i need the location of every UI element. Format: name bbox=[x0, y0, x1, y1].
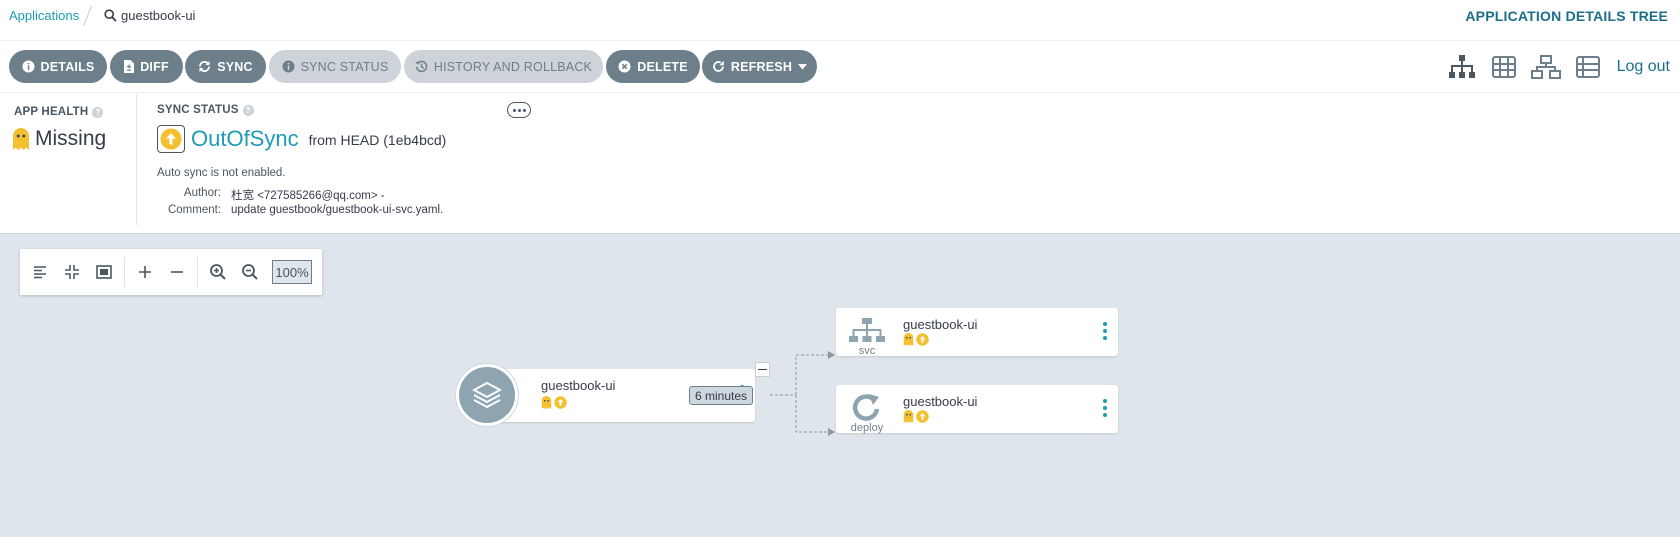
info-icon bbox=[22, 60, 35, 73]
app-health-section: APP HEALTH ? Missing bbox=[0, 94, 137, 225]
deployment-icon bbox=[852, 394, 880, 421]
child-node-status bbox=[903, 333, 929, 346]
pods-view-icon[interactable] bbox=[1483, 53, 1525, 81]
history-rollback-button[interactable]: HISTORY AND ROLLBACK bbox=[404, 50, 603, 83]
more-options-button[interactable] bbox=[507, 102, 531, 118]
ghost-missing-icon bbox=[903, 410, 914, 423]
diff-button[interactable]: DIFF bbox=[110, 50, 183, 83]
breadcrumb-applications-link[interactable]: Applications bbox=[9, 8, 79, 23]
app-health-value-text: Missing bbox=[35, 127, 107, 150]
ghost-missing-icon bbox=[541, 396, 552, 409]
refresh-button[interactable]: REFRESH bbox=[702, 50, 817, 83]
service-icon bbox=[849, 318, 885, 342]
app-status-panel: APP HEALTH ? Missing SYNC STATUS ? OutOf… bbox=[0, 94, 1680, 233]
collapse-children-button[interactable] bbox=[755, 362, 770, 377]
sync-icon bbox=[199, 60, 211, 73]
breadcrumb-app-name: guestbook-ui bbox=[121, 8, 196, 23]
ghost-missing-icon bbox=[13, 128, 29, 150]
diff-button-label: DIFF bbox=[140, 59, 169, 74]
sync-status-value: OutOfSync from HEAD (1eb4bcd) bbox=[157, 125, 446, 153]
out-of-sync-icon bbox=[916, 410, 929, 423]
comment-row: Comment: update guestbook/guestbook-ui-s… bbox=[157, 204, 443, 221]
out-of-sync-icon bbox=[916, 333, 929, 346]
refresh-icon bbox=[713, 60, 724, 72]
child-node-svc[interactable]: svc guestbook-ui bbox=[836, 308, 1118, 357]
app-health-label: APP HEALTH ? bbox=[14, 106, 104, 118]
details-button-label: DETAILS bbox=[40, 59, 95, 74]
app-health-label-text: APP HEALTH bbox=[14, 106, 89, 118]
ghost-missing-icon bbox=[903, 333, 914, 346]
child-node-kind: svc bbox=[858, 345, 876, 357]
child-node-name: guestbook-ui bbox=[903, 317, 978, 332]
sync-button-label: SYNC bbox=[217, 59, 253, 74]
delete-button[interactable]: DELETE bbox=[606, 50, 700, 83]
child-node-menu-icon[interactable] bbox=[1102, 322, 1108, 340]
breadcrumb-current-app[interactable]: guestbook-ui bbox=[104, 8, 195, 23]
application-layers-icon[interactable] bbox=[456, 364, 518, 426]
child-node-status bbox=[903, 410, 929, 423]
network-view-icon[interactable] bbox=[1525, 53, 1567, 81]
details-button[interactable]: DETAILS bbox=[9, 50, 107, 83]
child-node-menu-icon[interactable] bbox=[1102, 399, 1108, 417]
action-toolbar: DETAILS DIFF SYNC SYNC STATUS HISTORY AN… bbox=[0, 41, 1680, 93]
out-of-sync-icon bbox=[554, 396, 567, 409]
history-button-label: HISTORY AND ROLLBACK bbox=[433, 59, 593, 74]
author-label: Author: bbox=[183, 187, 221, 199]
sync-status-text: OutOfSync bbox=[191, 126, 299, 151]
help-icon[interactable]: ? bbox=[92, 106, 104, 118]
sync-revision[interactable]: from HEAD (1eb4bcd) bbox=[309, 132, 447, 148]
sync-status-label-text: SYNC STATUS bbox=[157, 104, 239, 116]
help-icon[interactable]: ? bbox=[242, 104, 254, 116]
app-node-status bbox=[541, 396, 567, 409]
app-node-name: guestbook-ui bbox=[541, 378, 616, 393]
sync-status-label: SYNC STATUS ? bbox=[157, 104, 254, 116]
sync-status-button-label: SYNC STATUS bbox=[300, 59, 389, 74]
caret-down-icon bbox=[798, 63, 808, 69]
out-of-sync-icon bbox=[157, 125, 185, 153]
logout-link[interactable]: Log out bbox=[1617, 58, 1670, 76]
sync-button[interactable]: SYNC bbox=[185, 50, 266, 83]
child-node-name: guestbook-ui bbox=[903, 394, 978, 409]
list-view-icon[interactable] bbox=[1567, 53, 1609, 81]
refresh-button-label: REFRESH bbox=[730, 59, 793, 74]
search-icon bbox=[104, 9, 117, 22]
child-node-kind: deploy bbox=[850, 422, 884, 434]
app-health-value: Missing bbox=[13, 127, 106, 151]
author-value: 杜宽 <727585266@qq.com> - bbox=[231, 190, 385, 202]
tree-view-icon[interactable] bbox=[1441, 53, 1483, 81]
sync-status-button[interactable]: SYNC STATUS bbox=[269, 50, 401, 83]
breadcrumb-separator bbox=[82, 5, 93, 27]
history-icon bbox=[415, 60, 428, 73]
comment-label: Comment: bbox=[167, 204, 221, 216]
delete-button-label: DELETE bbox=[637, 59, 688, 74]
commit-meta: Author: 杜宽 <727585266@qq.com> - Comment:… bbox=[157, 187, 443, 221]
author-row: Author: 杜宽 <727585266@qq.com> - bbox=[157, 187, 443, 204]
app-node-age-badge: 6 minutes bbox=[689, 386, 754, 405]
page-title: APPLICATION DETAILS TREE bbox=[1465, 8, 1668, 24]
child-node-deploy[interactable]: deploy guestbook-ui bbox=[836, 385, 1118, 434]
comment-value: update guestbook/guestbook-ui-svc.yaml. bbox=[231, 204, 444, 216]
info-icon bbox=[282, 60, 295, 73]
auto-sync-note: Auto sync is not enabled. bbox=[157, 167, 286, 179]
resource-tree-canvas[interactable]: 100% guestbook-ui 6 minutes svc guestboo… bbox=[0, 233, 1680, 537]
view-switcher: Log out bbox=[1441, 53, 1670, 81]
file-diff-icon bbox=[124, 60, 135, 73]
sync-status-section: SYNC STATUS ? OutOfSync from HEAD (1eb4b… bbox=[157, 94, 557, 225]
top-bar: Applications guestbook-ui APPLICATION DE… bbox=[0, 0, 1680, 41]
delete-circle-icon bbox=[618, 60, 631, 73]
